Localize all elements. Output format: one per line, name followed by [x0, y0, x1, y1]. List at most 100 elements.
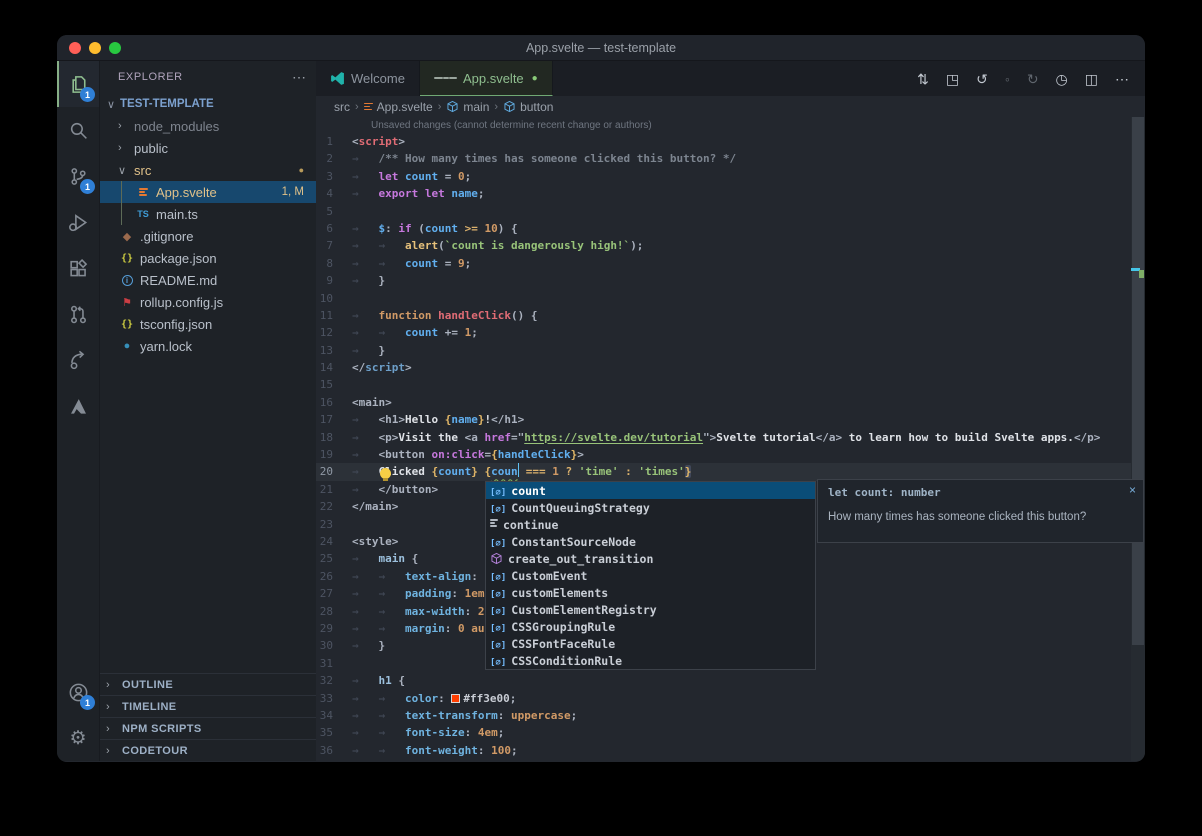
code-line[interactable]: 3→ let count = 0; [316, 168, 1145, 185]
line-number[interactable]: 10 [316, 290, 352, 307]
code-line[interactable]: 16<main> [316, 394, 1145, 411]
line-number[interactable]: 1 [316, 133, 352, 150]
line-number[interactable]: 4 [316, 185, 352, 202]
close-icon[interactable]: × [1129, 483, 1136, 497]
code-line[interactable]: 7→ → alert(`count is dangerously high!`)… [316, 237, 1145, 254]
code-line[interactable]: 1<script> [316, 133, 1145, 150]
line-number[interactable]: 32 [316, 672, 352, 689]
suggestion-customelementregistry[interactable]: [∅]CustomElementRegistry [486, 601, 815, 618]
breadcrumb-item-main[interactable]: main [446, 100, 489, 114]
section-header-codetour[interactable]: ›CODETOUR [100, 739, 316, 761]
file-row-app-svelte[interactable]: App.svelte1, M [100, 181, 316, 203]
line-number[interactable]: 17 [316, 411, 352, 428]
breadcrumb-item-app-svelte[interactable]: App.svelte [364, 100, 433, 114]
timeline-icon[interactable]: ◷ [1056, 72, 1068, 86]
zoom-button[interactable] [109, 42, 121, 54]
folder-row-src[interactable]: ∨src● [100, 159, 316, 181]
tab-app-svelte[interactable]: App.svelte ● [420, 61, 553, 96]
suggestion-customelements[interactable]: [∅]customElements [486, 584, 815, 601]
code-editor[interactable]: Unsaved changes (cannot determine recent… [316, 117, 1145, 761]
code-line[interactable]: 2→ /** How many times has someone clicke… [316, 150, 1145, 167]
line-number[interactable]: 12 [316, 324, 352, 341]
split-editor-icon[interactable]: ◫ [1085, 72, 1098, 86]
file-row-yarn-lock[interactable]: ●yarn.lock [100, 335, 316, 357]
line-number[interactable]: 21 [316, 481, 352, 498]
line-number[interactable]: 27 [316, 585, 352, 602]
line-number[interactable]: 22 [316, 498, 352, 515]
suggestion-count[interactable]: [∅]count [486, 482, 815, 499]
line-number[interactable]: 8 [316, 255, 352, 272]
code-line[interactable]: 11→ function handleClick() { [316, 307, 1145, 324]
line-number[interactable]: 25 [316, 550, 352, 567]
line-number[interactable]: 33 [316, 690, 352, 707]
suggestion-customevent[interactable]: [∅]CustomEvent [486, 567, 815, 584]
minimize-button[interactable] [89, 42, 101, 54]
line-number[interactable]: 31 [316, 655, 352, 672]
activity-item-search[interactable] [57, 107, 99, 153]
file-row--gitignore[interactable]: ◆.gitignore [100, 225, 316, 247]
file-row-package-json[interactable]: {}package.json [100, 247, 316, 269]
tab-welcome[interactable]: Welcome [316, 61, 420, 96]
line-number[interactable]: 2 [316, 150, 352, 167]
activity-item-settings[interactable]: ⚙ [57, 715, 99, 761]
line-number[interactable]: 16 [316, 394, 352, 411]
code-line[interactable]: 32→ h1 { [316, 672, 1145, 689]
code-line[interactable]: 34→ → text-transform: uppercase; [316, 707, 1145, 724]
workspace-root-row[interactable]: ∨ TEST-TEMPLATE [100, 93, 316, 115]
title-bar[interactable]: App.svelte — test-template [57, 35, 1145, 61]
line-number[interactable]: 26 [316, 568, 352, 585]
file-row-tsconfig-json[interactable]: {}tsconfig.json [100, 313, 316, 335]
line-number[interactable]: 18 [316, 429, 352, 446]
code-line[interactable]: 12→ → count += 1; [316, 324, 1145, 341]
scrollbar-track[interactable] [1131, 117, 1145, 761]
line-number[interactable]: 5 [316, 203, 352, 220]
code-line[interactable]: 17→ <h1>Hello {name}!</h1> [316, 411, 1145, 428]
file-row-rollup-config-js[interactable]: ⚑rollup.config.js [100, 291, 316, 313]
activity-item-pull-requests[interactable] [57, 291, 99, 337]
line-number[interactable]: 7 [316, 237, 352, 254]
line-number[interactable]: 37 [316, 759, 352, 761]
suggestion-continue[interactable]: continue [486, 516, 815, 533]
line-number[interactable]: 28 [316, 603, 352, 620]
suggestion-cssgroupingrule[interactable]: [∅]CSSGroupingRule [486, 618, 815, 635]
code-line[interactable]: 14</script> [316, 359, 1145, 376]
code-line[interactable]: 37→ } [316, 759, 1145, 761]
line-number[interactable]: 35 [316, 724, 352, 741]
file-row-readme-md[interactable]: iREADME.md [100, 269, 316, 291]
breadcrumb-item-src[interactable]: src [334, 100, 350, 114]
line-number[interactable]: 13 [316, 342, 352, 359]
section-header-npm-scripts[interactable]: ›NPM SCRIPTS [100, 717, 316, 739]
line-number[interactable]: 36 [316, 742, 352, 759]
section-header-outline[interactable]: ›OUTLINE [100, 673, 316, 695]
folder-row-public[interactable]: ›public [100, 137, 316, 159]
suggestion-constantsourcenode[interactable]: [∅]ConstantSourceNode [486, 533, 815, 550]
line-number[interactable]: 3 [316, 168, 352, 185]
activity-item-run-debug[interactable] [57, 199, 99, 245]
line-number[interactable]: 6 [316, 220, 352, 237]
line-number[interactable]: 30 [316, 637, 352, 654]
activity-item-extensions[interactable] [57, 245, 99, 291]
code-line[interactable]: 36→ → font-weight: 100; [316, 742, 1145, 759]
suggestion-create-out-transition[interactable]: create_out_transition [486, 550, 815, 567]
activity-item-live-share[interactable] [57, 337, 99, 383]
file-row-main-ts[interactable]: TSmain.ts [100, 203, 316, 225]
codelens-annotation[interactable]: Unsaved changes (cannot determine recent… [316, 117, 1145, 133]
code-line[interactable]: 6→ $: if (count >= 10) { [316, 220, 1145, 237]
line-number[interactable]: 24 [316, 533, 352, 550]
more-actions-icon[interactable]: ⋯ [292, 69, 306, 86]
suggestion-cssfontfacerule[interactable]: [∅]CSSFontFaceRule [486, 635, 815, 652]
code-line[interactable]: 13→ } [316, 342, 1145, 359]
line-number[interactable]: 23 [316, 516, 352, 533]
code-line[interactable]: 9→ } [316, 272, 1145, 289]
code-line[interactable]: 19→ <button on:click={handleClick}> [316, 446, 1145, 463]
open-preview-icon[interactable]: ◳ [946, 72, 959, 86]
line-number[interactable]: 20 [316, 463, 352, 480]
code-line[interactable]: 10 [316, 290, 1145, 307]
code-line[interactable]: 18→ <p>Visit the <a href="https://svelte… [316, 429, 1145, 446]
suggestion-countqueuingstrategy[interactable]: [∅]CountQueuingStrategy [486, 499, 815, 516]
line-number[interactable]: 34 [316, 707, 352, 724]
line-number[interactable]: 15 [316, 376, 352, 393]
activity-item-account[interactable]: 1 [57, 669, 99, 715]
activity-item-azure[interactable] [57, 383, 99, 429]
previous-change-icon[interactable]: ↺ [976, 72, 988, 86]
